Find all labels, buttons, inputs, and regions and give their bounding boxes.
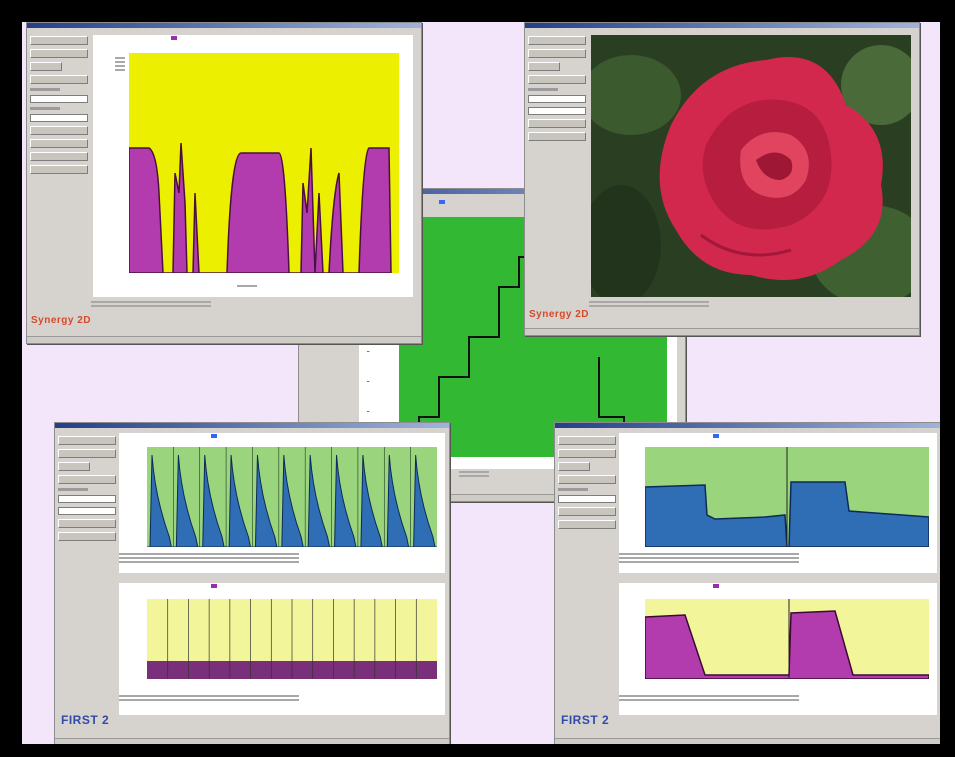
- legend-text: [119, 693, 299, 713]
- status-bar: [27, 336, 421, 343]
- control-button[interactable]: [528, 132, 586, 141]
- control-field[interactable]: [528, 95, 586, 103]
- window-dual-chart-left[interactable]: FIRST 2: [54, 422, 450, 744]
- legend-text: [589, 299, 709, 319]
- control-button[interactable]: [558, 475, 616, 484]
- plot-marker: [171, 36, 177, 40]
- brand-logo: Synergy 2D: [529, 309, 590, 320]
- window-image-view[interactable]: Synergy 2D: [524, 22, 920, 336]
- desktop-background: ━ ━ ━ Synergy 2D Synergy 2D FIRST 2 FIRS…: [22, 22, 940, 744]
- yellow-magenta-chart: [645, 599, 929, 679]
- control-button[interactable]: [58, 462, 90, 471]
- control-panel: [558, 432, 616, 732]
- plot-marker: [439, 200, 445, 204]
- control-button[interactable]: [528, 36, 586, 45]
- control-panel: [58, 432, 116, 732]
- brand-logo: Synergy 2D: [31, 315, 92, 326]
- control-label: [558, 488, 588, 491]
- y-tick: ━: [367, 349, 370, 354]
- control-button[interactable]: [558, 462, 590, 471]
- status-bar: [55, 738, 449, 744]
- plot-marker: [713, 584, 719, 588]
- control-label: [30, 107, 60, 110]
- pale-yellow-chart: [147, 599, 437, 679]
- window-dual-chart-right[interactable]: FIRST 2: [554, 422, 940, 744]
- control-button[interactable]: [528, 49, 586, 58]
- window-titlebar[interactable]: [555, 423, 940, 428]
- control-button[interactable]: [528, 119, 586, 128]
- control-button[interactable]: [30, 49, 88, 58]
- blue-chart: [645, 447, 929, 547]
- control-panel: [30, 32, 88, 330]
- y-tick: ━: [367, 379, 370, 384]
- control-label: [58, 488, 88, 491]
- control-button[interactable]: [58, 449, 116, 458]
- legend-text: [619, 693, 799, 713]
- control-button[interactable]: [30, 165, 88, 174]
- window-titlebar[interactable]: [525, 23, 919, 28]
- brand-logo: FIRST 2: [61, 713, 110, 727]
- control-button[interactable]: [30, 62, 62, 71]
- control-field[interactable]: [30, 95, 88, 103]
- brand-logo: FIRST 2: [561, 713, 610, 727]
- window-titlebar[interactable]: [27, 23, 421, 28]
- control-button[interactable]: [30, 75, 88, 84]
- control-button[interactable]: [58, 532, 116, 541]
- control-field[interactable]: [558, 495, 616, 503]
- status-bar: [555, 738, 940, 744]
- window-yellow-chart[interactable]: Synergy 2D: [26, 22, 422, 344]
- legend-text: [91, 299, 211, 319]
- x-axis-label: [237, 283, 257, 303]
- control-panel: [528, 32, 586, 322]
- control-button[interactable]: [30, 36, 88, 45]
- control-field[interactable]: [58, 507, 116, 515]
- control-button[interactable]: [30, 152, 88, 161]
- control-button[interactable]: [58, 436, 116, 445]
- control-button[interactable]: [558, 507, 616, 516]
- control-button[interactable]: [528, 62, 560, 71]
- legend-text: [119, 551, 299, 571]
- image-frame: ━ ━ ━ Synergy 2D Synergy 2D FIRST 2 FIRS…: [0, 0, 955, 757]
- y-tick: ━: [367, 409, 370, 414]
- plot-marker: [713, 434, 719, 438]
- control-field[interactable]: [30, 114, 88, 122]
- control-button[interactable]: [58, 475, 116, 484]
- plot-marker: [211, 434, 217, 438]
- control-button[interactable]: [558, 449, 616, 458]
- control-label: [528, 88, 558, 91]
- control-field[interactable]: [58, 495, 116, 503]
- yellow-chart: [129, 53, 399, 273]
- control-label: [30, 88, 60, 91]
- control-button[interactable]: [58, 519, 116, 528]
- control-button[interactable]: [30, 139, 88, 148]
- control-button[interactable]: [558, 436, 616, 445]
- y-axis-ticks: [115, 55, 125, 75]
- control-button[interactable]: [30, 126, 88, 135]
- legend-text: [619, 551, 799, 571]
- control-field[interactable]: [528, 107, 586, 115]
- status-bar: [525, 328, 919, 335]
- blue-chart: [147, 447, 437, 547]
- rose-photo: [591, 35, 911, 297]
- control-button[interactable]: [528, 75, 586, 84]
- plot-marker: [211, 584, 217, 588]
- control-button[interactable]: [558, 520, 616, 529]
- window-titlebar[interactable]: [55, 423, 449, 428]
- legend-text: [459, 469, 489, 489]
